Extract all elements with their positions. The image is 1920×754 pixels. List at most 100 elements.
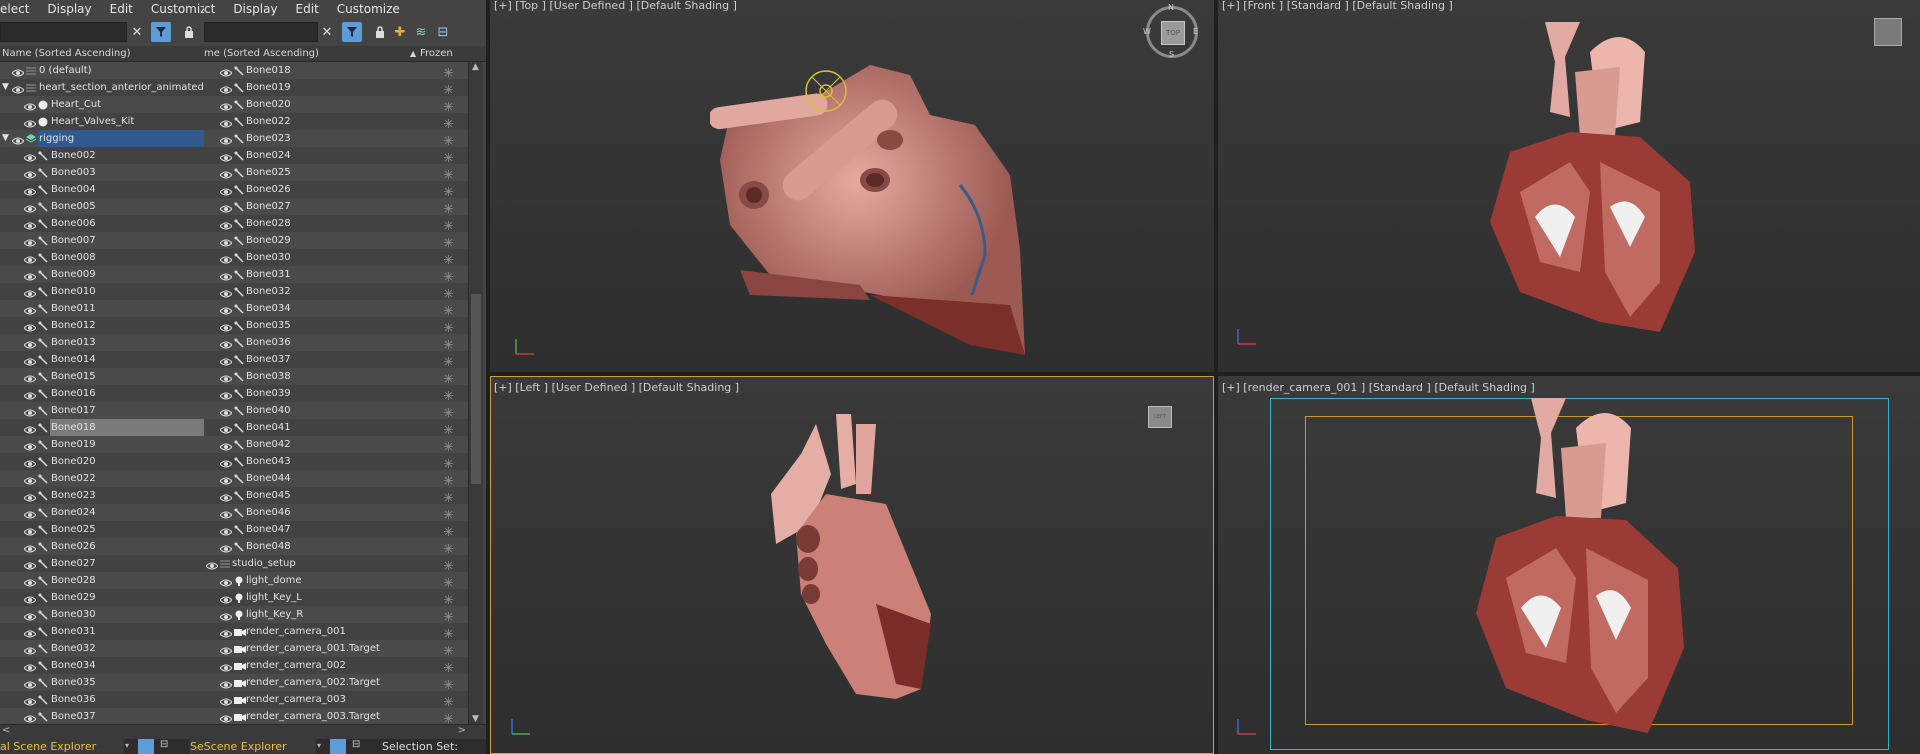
clear-search-icon[interactable]: ✕ bbox=[127, 22, 147, 42]
tree-row[interactable]: Bone008 bbox=[0, 249, 204, 266]
tree-row[interactable]: Bone026 bbox=[204, 181, 468, 198]
hierarchy-icon[interactable]: ⊟ bbox=[160, 739, 174, 754]
visibility-eye-icon[interactable] bbox=[23, 440, 37, 451]
tree-row[interactable]: Heart_Cut bbox=[0, 96, 204, 113]
tree-row[interactable]: Bone027 bbox=[204, 198, 468, 215]
tree-row[interactable]: Bone027 bbox=[0, 555, 204, 572]
visibility-eye-icon[interactable] bbox=[23, 627, 37, 638]
visibility-eye-icon[interactable] bbox=[23, 168, 37, 179]
tree-row[interactable]: render_camera_002.Target bbox=[204, 674, 468, 691]
visibility-eye-icon[interactable] bbox=[23, 219, 37, 230]
add-layer-icon[interactable]: ✚ bbox=[390, 22, 410, 42]
tree-row[interactable]: Bone004 bbox=[0, 181, 204, 198]
menu-display[interactable]: Display bbox=[38, 0, 100, 18]
visibility-eye-icon[interactable] bbox=[23, 508, 37, 519]
tree-row[interactable]: Bone029 bbox=[204, 232, 468, 249]
visibility-eye-icon[interactable] bbox=[219, 270, 233, 281]
tree-row[interactable]: Bone037 bbox=[0, 708, 204, 725]
freeze-toggle-icon[interactable] bbox=[444, 661, 453, 672]
freeze-toggle-icon[interactable] bbox=[444, 253, 453, 264]
tree-row[interactable]: render_camera_002 bbox=[204, 657, 468, 674]
visibility-eye-icon[interactable] bbox=[23, 236, 37, 247]
filter-icon[interactable] bbox=[342, 22, 362, 42]
viewcube-compass[interactable]: TOP N S E W bbox=[1143, 3, 1202, 59]
visibility-eye-icon[interactable] bbox=[23, 661, 37, 672]
expand-arrow-icon[interactable]: ▼ bbox=[2, 130, 9, 147]
visibility-eye-icon[interactable] bbox=[23, 253, 37, 264]
visibility-eye-icon[interactable] bbox=[23, 117, 37, 128]
visibility-eye-icon[interactable] bbox=[219, 576, 233, 587]
tree-row[interactable]: Bone028 bbox=[0, 572, 204, 589]
visibility-eye-icon[interactable] bbox=[219, 661, 233, 672]
viewport-label-front[interactable]: [+] [Front ] [Standard ] [Default Shadin… bbox=[1222, 0, 1453, 12]
tree-row[interactable]: Bone018 bbox=[204, 62, 468, 79]
tree-row[interactable]: Bone043 bbox=[204, 453, 468, 470]
visibility-eye-icon[interactable] bbox=[219, 474, 233, 485]
tree-row[interactable]: Bone034 bbox=[204, 300, 468, 317]
viewport-label-left[interactable]: [+] [Left ] [User Defined ] [Default Sha… bbox=[494, 381, 739, 394]
visibility-eye-icon[interactable] bbox=[219, 389, 233, 400]
freeze-toggle-icon[interactable] bbox=[444, 406, 453, 417]
visibility-eye-icon[interactable] bbox=[23, 525, 37, 536]
explorer-tab-right[interactable]: SeScene Explorer bbox=[190, 739, 316, 754]
visibility-eye-icon[interactable] bbox=[219, 423, 233, 434]
visibility-eye-icon[interactable] bbox=[219, 134, 233, 145]
visibility-eye-icon[interactable] bbox=[23, 355, 37, 366]
tree-row[interactable]: Bone022 bbox=[204, 113, 468, 130]
freeze-toggle-icon[interactable] bbox=[444, 66, 453, 77]
tree-row[interactable]: render_camera_001.Target bbox=[204, 640, 468, 657]
tree-row[interactable]: Bone023 bbox=[204, 130, 468, 147]
freeze-toggle-icon[interactable] bbox=[444, 372, 453, 383]
tree-row[interactable]: Bone010 bbox=[0, 283, 204, 300]
freeze-toggle-icon[interactable] bbox=[444, 457, 453, 468]
tree-row[interactable]: Bone028 bbox=[204, 215, 468, 232]
tree-row[interactable]: Bone005 bbox=[0, 198, 204, 215]
tree-row[interactable]: Bone023 bbox=[0, 487, 204, 504]
expand-arrow-icon[interactable]: ▼ bbox=[2, 79, 9, 96]
viewport-label-top[interactable]: [+] [Top ] [User Defined ] [Default Shad… bbox=[494, 0, 737, 12]
visibility-eye-icon[interactable] bbox=[219, 406, 233, 417]
freeze-toggle-icon[interactable] bbox=[444, 644, 453, 655]
tree-row[interactable]: Bone022 bbox=[0, 470, 204, 487]
tree-row[interactable]: Bone036 bbox=[204, 334, 468, 351]
tree-row[interactable]: Bone026 bbox=[0, 538, 204, 555]
visibility-eye-icon[interactable] bbox=[11, 66, 25, 77]
tree-row[interactable]: Bone029 bbox=[0, 589, 204, 606]
visibility-eye-icon[interactable] bbox=[219, 542, 233, 553]
freeze-toggle-icon[interactable] bbox=[444, 304, 453, 315]
tree-row[interactable]: Bone035 bbox=[204, 317, 468, 334]
visibility-eye-icon[interactable] bbox=[23, 695, 37, 706]
freeze-toggle-icon[interactable] bbox=[444, 712, 453, 723]
explorer-tab-left[interactable]: al Scene Explorer bbox=[0, 739, 124, 754]
tree-row[interactable]: Bone041 bbox=[204, 419, 468, 436]
tree-row[interactable]: Bone007 bbox=[0, 232, 204, 249]
visibility-eye-icon[interactable] bbox=[23, 542, 37, 553]
visibility-eye-icon[interactable] bbox=[219, 627, 233, 638]
viewport-camera[interactable]: [+] [render_camera_001 ] [Standard ] [De… bbox=[1218, 376, 1920, 754]
tree-row[interactable]: Bone032 bbox=[204, 283, 468, 300]
visibility-eye-icon[interactable] bbox=[219, 66, 233, 77]
freeze-toggle-icon[interactable] bbox=[444, 202, 453, 213]
visibility-eye-icon[interactable] bbox=[219, 219, 233, 230]
visibility-eye-icon[interactable] bbox=[219, 712, 233, 723]
tree-row[interactable]: Bone036 bbox=[0, 691, 204, 708]
visibility-eye-icon[interactable] bbox=[23, 559, 37, 570]
viewport-label-camera[interactable]: [+] [render_camera_001 ] [Standard ] [De… bbox=[1222, 381, 1535, 394]
viewport-left[interactable]: [+] [Left ] [User Defined ] [Default Sha… bbox=[490, 376, 1214, 754]
tree-row[interactable]: Bone003 bbox=[0, 164, 204, 181]
tree-row[interactable]: ▼ heart_section_anterior_animated bbox=[0, 79, 204, 96]
freeze-toggle-icon[interactable] bbox=[444, 236, 453, 247]
freeze-toggle-icon[interactable] bbox=[444, 474, 453, 485]
hierarchy-icon[interactable]: ⊟ bbox=[433, 22, 453, 42]
freeze-toggle-icon[interactable] bbox=[444, 83, 453, 94]
visibility-eye-icon[interactable] bbox=[23, 593, 37, 604]
visibility-eye-icon[interactable] bbox=[219, 695, 233, 706]
visibility-eye-icon[interactable] bbox=[219, 491, 233, 502]
freeze-toggle-icon[interactable] bbox=[444, 423, 453, 434]
menu-select[interactable]: elect bbox=[0, 0, 38, 18]
visibility-eye-icon[interactable] bbox=[23, 202, 37, 213]
tree-row[interactable]: Bone044 bbox=[204, 470, 468, 487]
layer-explorer-icon[interactable] bbox=[138, 739, 154, 754]
menu-edit[interactable]: Edit bbox=[101, 0, 142, 18]
tree-row[interactable]: Bone039 bbox=[204, 385, 468, 402]
